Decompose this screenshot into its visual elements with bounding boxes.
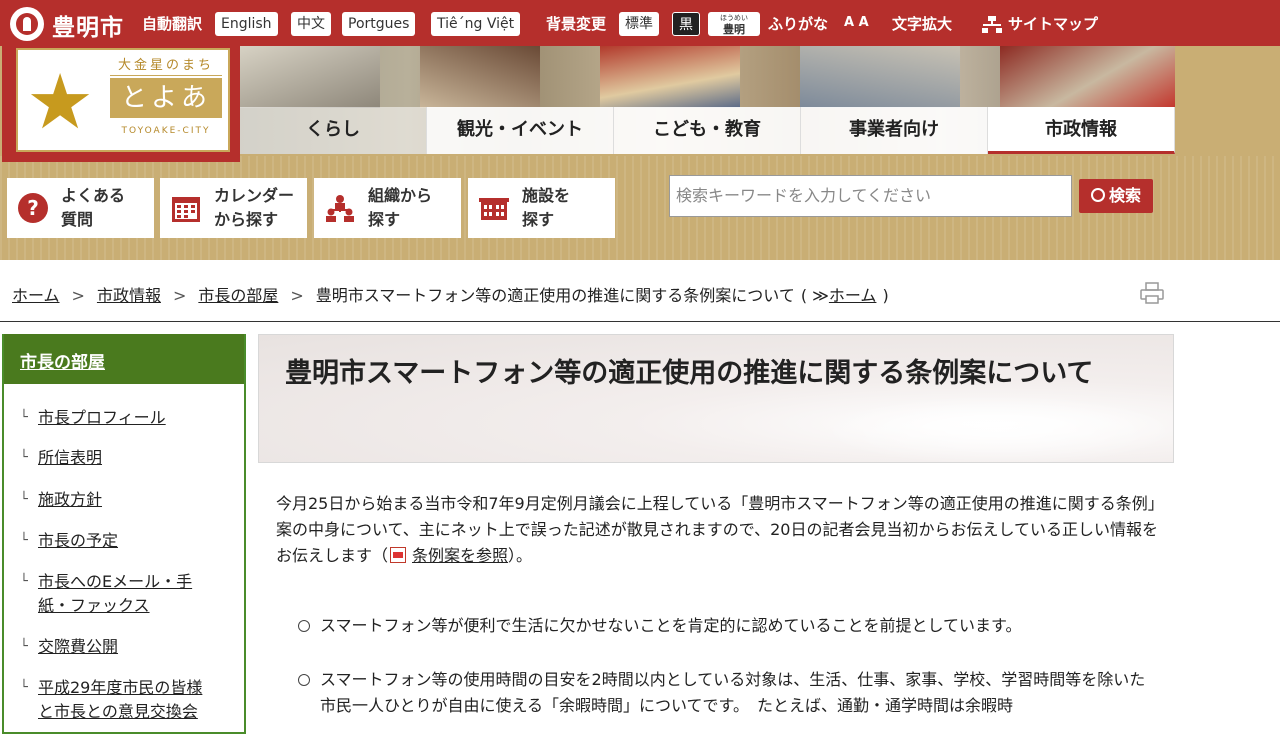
calendar-icon xyxy=(172,197,200,222)
sidebar-item-administrative-policy[interactable]: └ 施政方針 xyxy=(20,488,218,512)
lang-english-button[interactable]: English xyxy=(215,12,278,36)
intro-text: 今月25日から始まる当市令和7年9月定例月議会に上程している「豊明市スマートフォ… xyxy=(276,494,1164,565)
sidebar-item-mark: └ xyxy=(20,680,28,695)
star-logo-icon: ★ xyxy=(26,57,95,146)
ordinance-pdf-link[interactable]: 条例案を参照 xyxy=(412,546,508,565)
auto-translate-label: 自動翻訳 xyxy=(142,15,203,33)
breadcrumb-alt-prefix: ( ≫ xyxy=(800,286,829,305)
logo-tagline: 大金星のまち xyxy=(110,54,222,76)
bg-change-label: 背景変更 xyxy=(546,15,607,33)
print-icon[interactable] xyxy=(1140,282,1164,304)
breadcrumb-alt-suffix: ) xyxy=(882,286,889,305)
list-item-text: スマートフォン等が便利で生活に欠かせないことを肯定的に認めていることを前提として… xyxy=(320,616,1022,635)
site-logo[interactable]: ★ 大金星のまち とよあけ TOYOAKE-CITY xyxy=(2,46,240,162)
facility-search-label: 施設を 探す xyxy=(522,186,571,229)
page-title: 豊明市スマートフォン等の適正使用の推進に関する条例案について xyxy=(285,358,1094,389)
bg-standard-button[interactable]: 標準 xyxy=(619,12,659,36)
list-item: スマートフォン等が便利で生活に欠かせないことを肯定的に認めていることを前提として… xyxy=(298,613,1158,639)
breadcrumb-city-government[interactable]: 市政情報 xyxy=(97,286,161,305)
sidebar-item-label: 交際費公開 xyxy=(38,637,119,656)
breadcrumb-separator: > xyxy=(71,286,85,305)
sidebar-item-label: 市長プロフィール xyxy=(38,408,166,427)
calendar-search-button[interactable]: カレンダー から探す xyxy=(160,178,307,238)
sidebar-item-label: 平成29年度市民の皆様と市長との意見交換会 xyxy=(38,678,203,721)
breadcrumb-current: 豊明市スマートフォン等の適正使用の推進に関する条例案について xyxy=(315,286,795,305)
bullet-circle-icon xyxy=(298,674,310,686)
nav-business[interactable]: 事業者向け xyxy=(801,107,988,154)
sidebar-item-mark: └ xyxy=(20,450,28,465)
list-item-text: スマートフォン等の使用時間の目安を2時間以内としている対象は、生活、仕事、家事、… xyxy=(320,670,1146,715)
breadcrumb-home[interactable]: ホーム xyxy=(12,286,60,305)
text-size-button[interactable]: 文字拡大 xyxy=(892,13,952,34)
sitemap-link[interactable]: サイトマップ xyxy=(1008,13,1098,34)
logo-main-text: とよあけ xyxy=(110,78,222,153)
list-item: スマートフォン等の使用時間の目安を2時間以内としている対象は、生活、仕事、家事、… xyxy=(298,667,1158,719)
sidebar-item-mark: └ xyxy=(20,410,28,425)
sidebar-item-mark: └ xyxy=(20,492,28,507)
city-name[interactable]: 豊明市 xyxy=(52,8,124,42)
facility-icon xyxy=(479,198,509,220)
org-search-label: 組織から 探す xyxy=(368,186,433,229)
sidebar-item-entertainment-expenses[interactable]: └ 交際費公開 xyxy=(20,635,218,659)
sidebar-item-mark: └ xyxy=(20,533,28,548)
nav-children-education[interactable]: こども・教育 xyxy=(614,107,801,154)
page-title-box: 豊明市スマートフォン等の適正使用の推進に関する条例案について xyxy=(258,334,1174,463)
sidebar-title[interactable]: 市長の部屋 xyxy=(4,334,244,384)
search-icon xyxy=(1090,188,1105,202)
search-button[interactable]: 検索 xyxy=(1079,179,1153,213)
svg-text:?: ? xyxy=(27,196,39,220)
sidebar-item-mark: └ xyxy=(20,574,28,589)
sidebar-item-mark: └ xyxy=(20,639,28,654)
city-emblem-icon[interactable] xyxy=(10,7,44,41)
facility-search-button[interactable]: 施設を 探す xyxy=(468,178,615,238)
sidebar-item-label: 市長の予定 xyxy=(38,531,119,550)
sidebar-item-policy-speech[interactable]: └ 所信表明 xyxy=(20,446,218,470)
lang-portuguese-button[interactable]: Portgues xyxy=(342,12,416,36)
nav-kurashi[interactable]: くらし xyxy=(240,107,427,154)
lang-vietnamese-button[interactable]: Tiê´ng Việt xyxy=(431,12,521,36)
lang-chinese-button[interactable]: 中文 xyxy=(291,12,331,36)
breadcrumb-mayor-room[interactable]: 市長の部屋 xyxy=(198,286,278,305)
breadcrumb: ホーム > 市政情報 > 市長の部屋 > 豊明市スマートフォン等の適正使用の推進に関する条例… xyxy=(12,282,889,306)
bg-black-button[interactable]: 黒 xyxy=(672,12,700,36)
sidebar-item-profile[interactable]: └ 市長プロフィール xyxy=(20,406,218,430)
top-utility-bar: 豊明市 自動翻訳 English 中文 Portgues Tiê´ng Việt… xyxy=(0,0,1280,46)
intro-paragraph: 今月25日から始まる当市令和7年9月定例月議会に上程している「豊明市スマートフォ… xyxy=(276,491,1166,569)
breadcrumb-separator: > xyxy=(172,286,187,305)
logo-english: TOYOAKE-CITY xyxy=(121,126,211,136)
breadcrumb-alt-home[interactable]: ホーム xyxy=(829,286,877,305)
sidebar-item-label: 市長へのEメール・手紙・ファックス xyxy=(38,572,193,615)
question-icon: ? xyxy=(18,193,48,223)
nav-city-government[interactable]: 市政情報 xyxy=(988,107,1175,154)
furigana-button[interactable]: ふりがな xyxy=(768,13,828,34)
pdf-icon xyxy=(390,547,407,563)
furigana-icon-kanji: 豊明 xyxy=(723,23,745,36)
calendar-search-label: カレンダー から探す xyxy=(214,186,295,229)
faq-label: よくある 質問 xyxy=(61,186,126,229)
sidebar-item-contact[interactable]: └ 市長へのEメール・手紙・ファックス xyxy=(20,570,218,618)
sidebar-item-label: 所信表明 xyxy=(38,448,103,467)
sidebar-item-schedule[interactable]: └ 市長の予定 xyxy=(20,529,218,553)
sitemap-icon xyxy=(982,16,1002,33)
org-search-button[interactable]: 組織から 探す xyxy=(314,178,461,238)
organization-icon xyxy=(326,195,354,222)
nav-tourism-events[interactable]: 観光・イベント xyxy=(427,107,614,154)
main-navigation: くらし 観光・イベント こども・教育 事業者向け 市政情報 xyxy=(240,107,1175,154)
intro-end: ）。 xyxy=(508,546,533,565)
search-input[interactable]: 検索キーワードを入力してください xyxy=(669,175,1072,217)
faq-button[interactable]: ? よくある 質問 xyxy=(7,178,154,238)
search-button-label: 検索 xyxy=(1108,186,1141,205)
furigana-icon[interactable]: ほうめい 豊明 xyxy=(708,12,760,36)
bullet-circle-icon xyxy=(298,620,310,632)
text-size-icon[interactable]: A A xyxy=(844,15,869,30)
sidebar-item-opinion-exchange[interactable]: └ 平成29年度市民の皆様と市長との意見交換会 xyxy=(20,676,218,724)
sidebar-item-label: 施政方針 xyxy=(38,490,103,509)
breadcrumb-separator: > xyxy=(290,286,304,305)
breadcrumb-divider xyxy=(0,321,1280,322)
